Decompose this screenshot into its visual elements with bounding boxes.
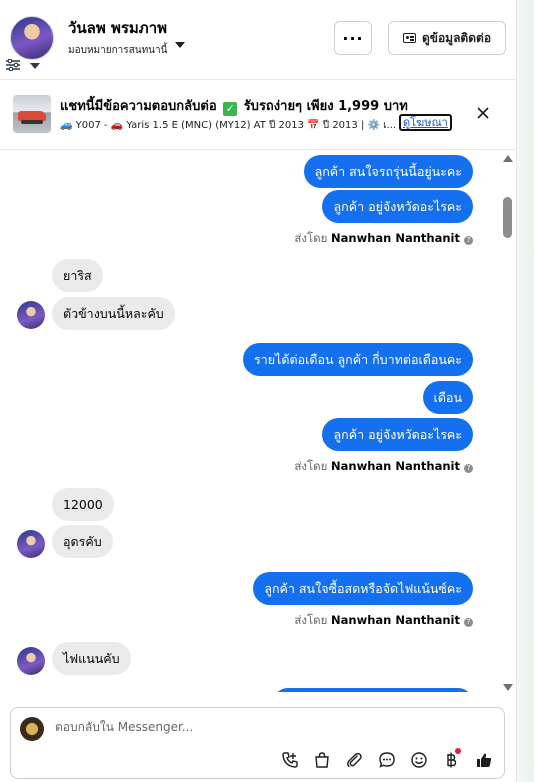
attachment-icon[interactable] bbox=[345, 751, 363, 769]
saved-replies-chat-icon[interactable] bbox=[378, 751, 396, 769]
sent-by-agent: Nanwhan Nanthanit bbox=[331, 613, 460, 627]
message-bubble-outgoing[interactable]: ลูกค้า สนใจรถรุ่นนี้อยู่นะคะ bbox=[303, 155, 473, 188]
info-icon[interactable]: ? bbox=[464, 464, 473, 473]
filter-sliders-icon[interactable] bbox=[6, 59, 20, 71]
message-bubble-incoming[interactable]: 12000 bbox=[52, 488, 114, 521]
sent-by-label: ส่งโดย Nanwhan Nanthanit? bbox=[294, 230, 473, 248]
message-bubble-outgoing[interactable]: ลูกค้า สนใจซื้อสดหรือจัดไฟแน้นซ์คะ bbox=[253, 572, 473, 605]
conversation-header: วันลพ พรมภาพ มอบหมายการสนทนานี้ ··· ดูข้… bbox=[0, 0, 516, 80]
sent-by-prefix: ส่งโดย bbox=[294, 231, 328, 245]
sent-by-prefix: ส่งโดย bbox=[294, 613, 328, 627]
ad-title-part1: แชทนี้มีข้อความตอบกลับต่อ bbox=[60, 99, 217, 114]
message-bubble-outgoing[interactable]: ลูกค้า อยู่จังหวัดอะไรคะ bbox=[322, 190, 473, 223]
contact-avatar[interactable] bbox=[10, 16, 54, 60]
emoji-icon[interactable] bbox=[410, 751, 428, 769]
message-bubble-outgoing[interactable]: รายได้ต่อเดือน ลูกค้า กี่บาทต่อเดือนคะ bbox=[243, 343, 473, 376]
view-ad-link[interactable]: ดูโฆษณา bbox=[399, 114, 452, 131]
sent-by-label: ส่งโดย Nanwhan Nanthanit? bbox=[294, 458, 473, 476]
sent-by-label: ส่งโดย Nanwhan Nanthanit? bbox=[294, 612, 473, 630]
more-options-button[interactable]: ··· bbox=[334, 21, 372, 55]
right-edge-panel bbox=[516, 0, 534, 782]
view-contact-info-label: ดูข้อมูลติดต่อ bbox=[421, 30, 492, 45]
sender-avatar bbox=[17, 530, 45, 558]
scroll-up-arrow-icon[interactable] bbox=[503, 155, 513, 162]
page-avatar bbox=[20, 717, 44, 741]
sent-by-prefix: ส่งโดย bbox=[294, 459, 328, 473]
notification-dot bbox=[455, 748, 461, 754]
shopping-bag-icon[interactable] bbox=[313, 751, 331, 769]
message-bubble-incoming[interactable]: ไฟแนนคับ bbox=[52, 642, 131, 675]
message-bubble-outgoing[interactable]: เดือน bbox=[422, 381, 473, 414]
ad-title: แชทนี้มีข้อความตอบกลับต่อ ✓ รับรถง่ายๆ เ… bbox=[60, 95, 408, 116]
scrollbar-thumb[interactable] bbox=[503, 197, 512, 238]
sent-by-agent: Nanwhan Nanthanit bbox=[331, 459, 460, 473]
contact-name: วันลพ พรมภาพ bbox=[68, 19, 168, 37]
sent-by-agent: Nanwhan Nanthanit bbox=[331, 231, 460, 245]
reply-input[interactable] bbox=[55, 720, 475, 734]
ad-subtitle: 🚙 Y007 - 🚗 Yaris 1.5 E (MNC) (MY12) AT ป… bbox=[60, 120, 397, 131]
call-add-icon[interactable] bbox=[281, 751, 299, 769]
chevron-down-icon[interactable] bbox=[175, 42, 185, 48]
message-thread[interactable]: ลูกค้า สนใจรถรุ่นนี้อยู่นะคะ ลูกค้า อยู่… bbox=[0, 151, 500, 692]
assign-conversation-dropdown[interactable]: มอบหมายการสนทนานี้ bbox=[68, 43, 167, 58]
message-bubble-outgoing[interactable]: ลูกค้า อยู่จังหวัดอะไรคะ bbox=[322, 418, 473, 451]
thumbs-up-icon[interactable] bbox=[475, 751, 493, 769]
message-bubble-incoming[interactable]: อุดรคับ bbox=[52, 525, 113, 558]
scroll-down-arrow-icon[interactable] bbox=[503, 684, 513, 691]
message-bubble-incoming[interactable]: ตัวข้างบนนี้หละคับ bbox=[52, 297, 175, 330]
ad-title-part2: รับรถง่ายๆ เพียง 1,999 บาท bbox=[243, 99, 408, 114]
contact-card-icon bbox=[402, 33, 416, 43]
message-composer bbox=[10, 707, 505, 779]
message-bubble-outgoing-partial[interactable] bbox=[273, 688, 473, 692]
view-contact-info-button[interactable]: ดูข้อมูลติดต่อ bbox=[388, 21, 506, 55]
close-icon[interactable] bbox=[475, 105, 491, 121]
check-mark-icon: ✓ bbox=[223, 102, 238, 116]
baht-payment-icon[interactable] bbox=[442, 748, 461, 769]
sender-avatar bbox=[17, 301, 45, 329]
sender-avatar bbox=[17, 647, 45, 675]
info-icon[interactable]: ? bbox=[464, 236, 473, 245]
ad-thumbnail bbox=[13, 95, 51, 133]
filter-dropdown-caret-icon[interactable] bbox=[30, 63, 40, 69]
message-bubble-incoming[interactable]: ยาริส bbox=[52, 259, 103, 292]
info-icon[interactable]: ? bbox=[464, 618, 473, 627]
